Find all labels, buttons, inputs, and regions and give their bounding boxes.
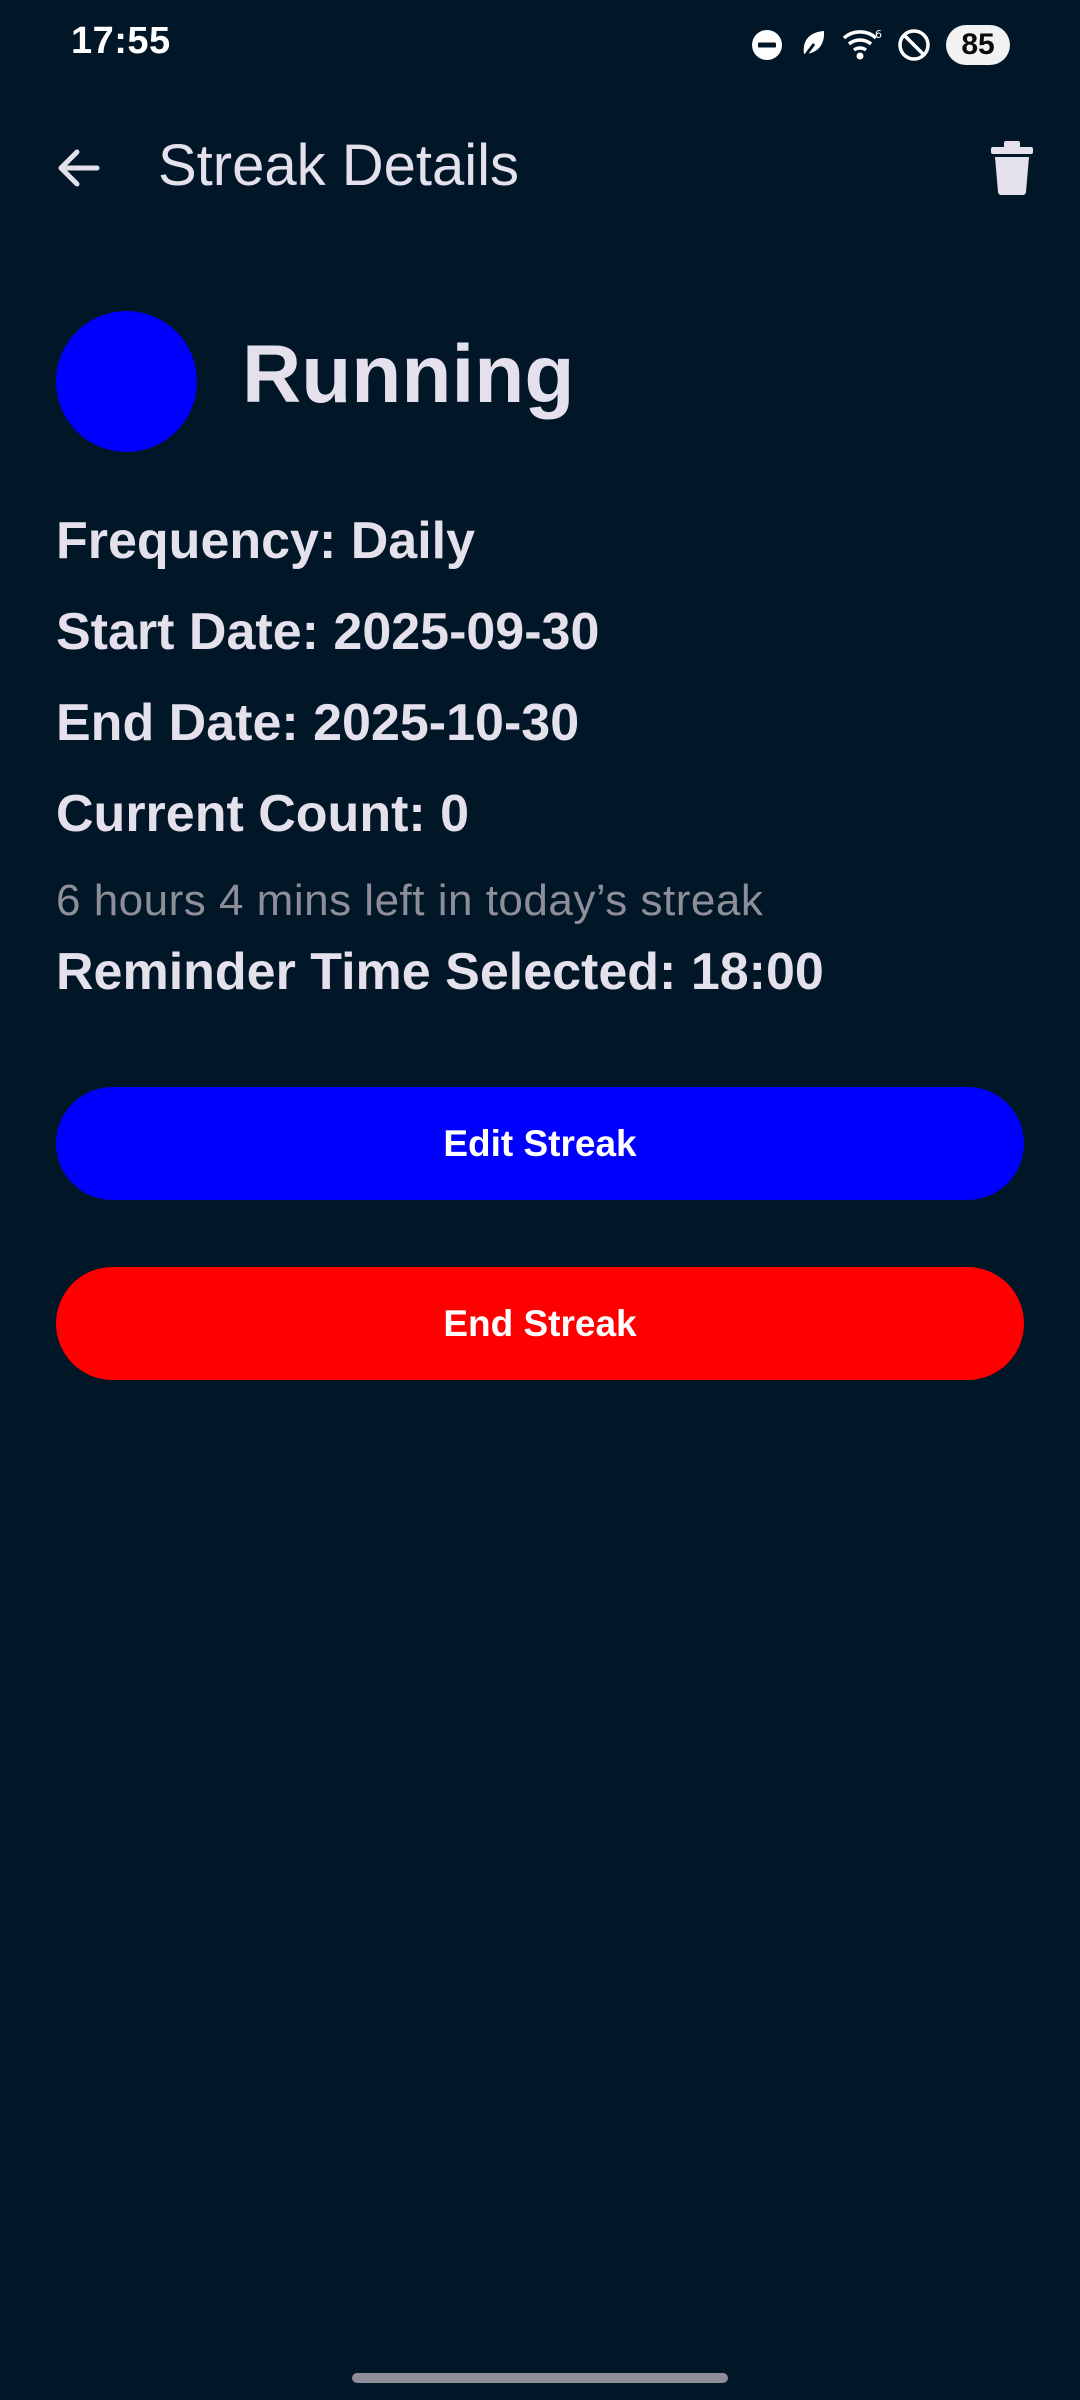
trash-icon: [991, 141, 1033, 195]
streak-name: Running: [242, 329, 575, 420]
svg-text:6: 6: [875, 28, 882, 41]
streak-color-indicator: [56, 311, 197, 452]
arrow-back-icon: [58, 149, 100, 187]
leaf-icon: [798, 28, 828, 62]
app-bar: Streak Details: [0, 110, 1080, 220]
time-left-text: 6 hours 4 mins left in today’s streak: [56, 876, 764, 925]
status-icons: 6 85: [750, 22, 1010, 68]
reminder-time-text: Reminder Time Selected: 18:00: [56, 943, 824, 1001]
edit-streak-button[interactable]: Edit Streak: [56, 1087, 1024, 1200]
current-count-text: Current Count: 0: [56, 785, 470, 843]
frequency-text: Frequency: Daily: [56, 512, 476, 570]
start-date-text: Start Date: 2025-09-30: [56, 603, 600, 661]
page-title: Streak Details: [158, 133, 520, 198]
battery-icon: 85: [946, 25, 1010, 65]
end-date-text: End Date: 2025-10-30: [56, 694, 580, 752]
dnd-icon: [750, 28, 784, 62]
home-indicator: [352, 2373, 728, 2383]
status-time: 17:55: [71, 20, 171, 62]
end-streak-button[interactable]: End Streak: [56, 1267, 1024, 1380]
status-bar: 17:55 6 85: [0, 0, 1080, 92]
delete-button[interactable]: [974, 130, 1050, 206]
back-button[interactable]: [40, 130, 116, 206]
wifi-icon: 6: [842, 28, 882, 62]
no-sim-icon: [896, 27, 932, 63]
